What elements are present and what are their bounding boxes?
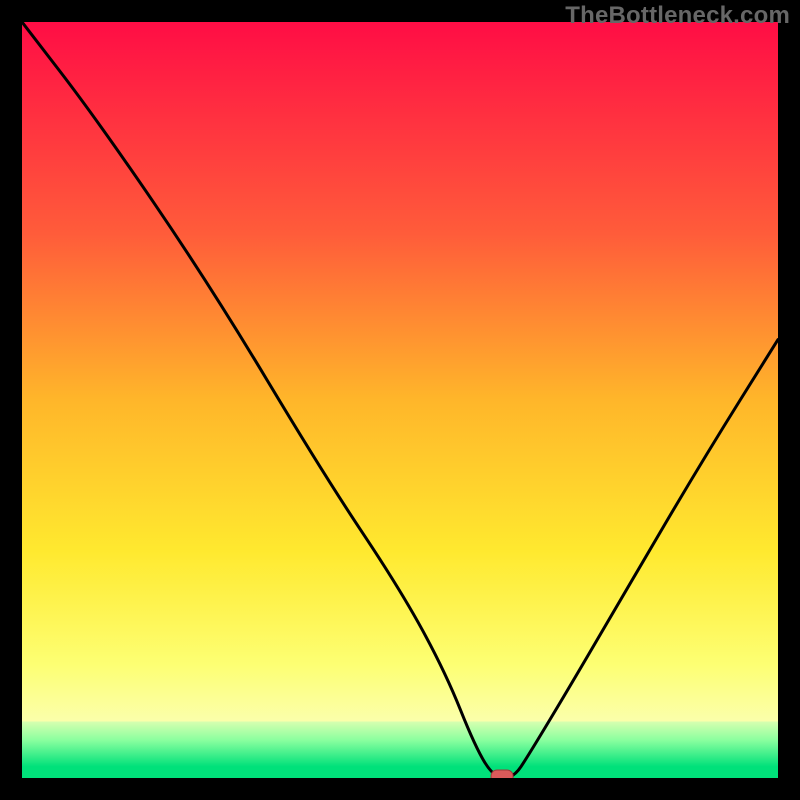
- chart-frame: TheBottleneck.com: [0, 0, 800, 800]
- watermark-text: TheBottleneck.com: [565, 2, 790, 30]
- bottleneck-chart: [22, 22, 778, 778]
- chart-background: [22, 22, 778, 778]
- chart-green-band: [22, 767, 778, 778]
- minimum-marker: [491, 770, 513, 778]
